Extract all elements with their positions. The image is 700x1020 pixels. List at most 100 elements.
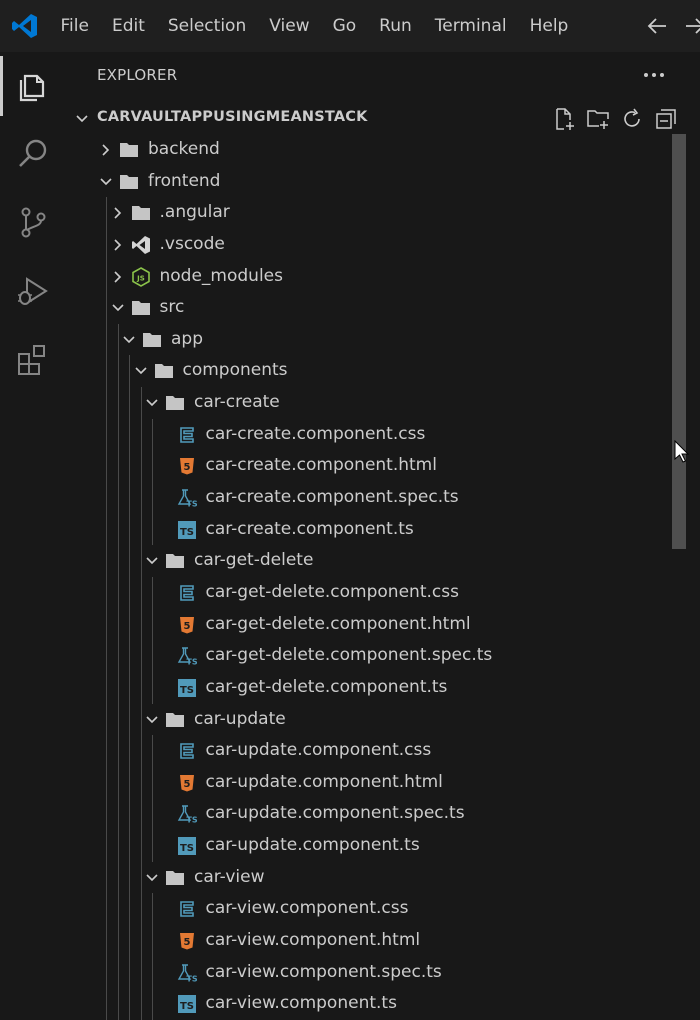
tree-item-label: src	[159, 297, 185, 318]
chevron-down-icon[interactable]	[144, 870, 160, 886]
indent-guide	[117, 482, 119, 514]
tree-file-item[interactable]: TS car-view.component.spec.ts	[68, 956, 700, 989]
arrow-left-icon[interactable]	[646, 14, 668, 38]
test-spec-file-icon: TS	[177, 963, 197, 983]
css-file-icon	[177, 425, 197, 445]
tree-item-label: car-view.component.spec.ts	[205, 961, 442, 982]
tree-file-item[interactable]: car-view.component.css	[68, 893, 700, 926]
indent-guide	[106, 988, 107, 1020]
tree-file-item[interactable]: TS car-create.component.ts	[68, 513, 700, 546]
more-actions-icon[interactable]	[640, 64, 668, 86]
indent-guide	[106, 861, 107, 894]
activity-explorer[interactable]	[0, 56, 68, 116]
tree-folder-item[interactable]: src	[68, 292, 700, 324]
tree-file-item[interactable]: car-update.component.css	[68, 735, 700, 767]
activity-source-control[interactable]	[0, 192, 68, 252]
indent-guide	[117, 925, 119, 957]
indent-guide	[106, 893, 107, 926]
chevron-right-icon[interactable]	[110, 205, 126, 221]
tree-folder-item[interactable]: frontend	[68, 166, 700, 198]
tree-folder-item[interactable]: components	[68, 355, 700, 388]
css-file-icon	[177, 583, 197, 603]
menu-help[interactable]: Help	[518, 0, 580, 52]
activity-run-debug[interactable]	[0, 262, 68, 322]
menu-selection[interactable]: Selection	[156, 0, 257, 52]
tree-folder-item[interactable]: .angular	[68, 197, 700, 229]
indent-guide	[117, 576, 119, 609]
chevron-right-icon[interactable]	[110, 269, 126, 285]
tree-file-item[interactable]: car-get-delete.component.css	[68, 576, 700, 609]
activity-search[interactable]	[0, 124, 68, 184]
menu-go[interactable]: Go	[321, 0, 368, 52]
tree-file-item[interactable]: 5 car-get-delete.component.html	[68, 608, 700, 641]
indent-guide	[106, 513, 107, 546]
collapse-all-icon[interactable]	[654, 107, 678, 131]
chevron-down-icon[interactable]	[98, 174, 114, 190]
workspace-section-header[interactable]: CARVAULTAPPUSINGMEANSTACK	[68, 104, 700, 134]
chevron-right-icon[interactable]	[110, 237, 126, 253]
chevron-down-icon[interactable]	[144, 395, 160, 411]
tree-item-label: car-view.component.css	[205, 898, 409, 919]
tree-folder-item[interactable]: car-update	[68, 703, 700, 736]
tree-file-item[interactable]: TS car-get-delete.component.ts	[68, 671, 700, 704]
indent-guide	[129, 608, 130, 641]
tree-file-item[interactable]: TS car-update.component.spec.ts	[68, 798, 700, 831]
indent-guide	[117, 418, 119, 451]
chevron-down-icon[interactable]	[144, 712, 160, 728]
tree-file-item[interactable]: TS car-update.component.ts	[68, 830, 700, 862]
new-folder-icon[interactable]	[586, 107, 610, 131]
chevron-down-icon[interactable]	[121, 332, 137, 348]
tree-folder-item[interactable]: backend	[68, 134, 700, 166]
tree-item-label: .angular	[159, 202, 230, 223]
css-file-icon	[177, 741, 197, 761]
run-debug-icon	[18, 277, 48, 305]
indent-guide	[140, 450, 142, 483]
chevron-down-icon[interactable]	[144, 553, 160, 569]
activity-extensions[interactable]	[0, 329, 68, 389]
tree-file-item[interactable]: TS car-create.component.spec.ts	[68, 482, 700, 514]
nodejs-icon: JS	[131, 266, 151, 287]
tree-scrollbar[interactable]	[672, 134, 686, 549]
chevron-down-icon[interactable]	[110, 300, 126, 316]
indent-guide	[106, 450, 107, 483]
tree-file-item[interactable]: 5 car-view.component.html	[68, 925, 700, 957]
new-file-icon[interactable]	[552, 107, 576, 131]
tree-folder-item[interactable]: JS node_modules	[68, 260, 700, 293]
indent-guide	[129, 798, 130, 831]
chevron-down-icon[interactable]	[133, 363, 149, 379]
indent-guide	[140, 830, 142, 862]
indent-guide	[140, 703, 142, 736]
folder-icon	[165, 868, 185, 888]
tree-item-label: car-get-delete.component.spec.ts	[205, 645, 493, 666]
tree-folder-item[interactable]: car-get-delete	[68, 545, 700, 577]
menu-file[interactable]: File	[49, 0, 100, 52]
tree-file-item[interactable]: 5 car-create.component.html	[68, 450, 700, 483]
tree-folder-item[interactable]: car-view	[68, 861, 700, 894]
menu-terminal[interactable]: Terminal	[423, 0, 518, 52]
menu-edit[interactable]: Edit	[100, 0, 156, 52]
menu-view[interactable]: View	[258, 0, 321, 52]
indent-guide	[129, 766, 130, 799]
arrow-right-icon[interactable]	[684, 14, 700, 38]
tree-item-label: car-update.component.spec.ts	[205, 803, 465, 824]
tree-item-label: car-update	[194, 708, 286, 729]
indent-guide	[152, 766, 153, 799]
chevron-right-icon[interactable]	[98, 142, 114, 158]
indent-guide	[140, 956, 142, 989]
svg-text:TS: TS	[179, 843, 193, 854]
tree-file-item[interactable]: TS car-view.component.ts	[68, 988, 700, 1020]
folder-icon	[142, 330, 162, 350]
mouse-cursor-icon	[674, 440, 690, 463]
tree-file-item[interactable]: car-create.component.css	[68, 418, 700, 451]
tree-folder-item[interactable]: .vscode	[68, 228, 700, 261]
tree-folder-item[interactable]: car-create	[68, 387, 700, 419]
html-file-icon: 5	[177, 773, 197, 793]
menu-run[interactable]: Run	[368, 0, 424, 52]
folder-icon	[131, 203, 151, 223]
tree-file-item[interactable]: 5 car-update.component.html	[68, 766, 700, 799]
indent-guide	[106, 671, 107, 704]
tree-file-item[interactable]: TS car-get-delete.component.spec.ts	[68, 640, 700, 672]
tree-folder-item[interactable]: app	[68, 323, 700, 356]
refresh-icon[interactable]	[620, 107, 644, 131]
indent-guide	[117, 355, 119, 388]
